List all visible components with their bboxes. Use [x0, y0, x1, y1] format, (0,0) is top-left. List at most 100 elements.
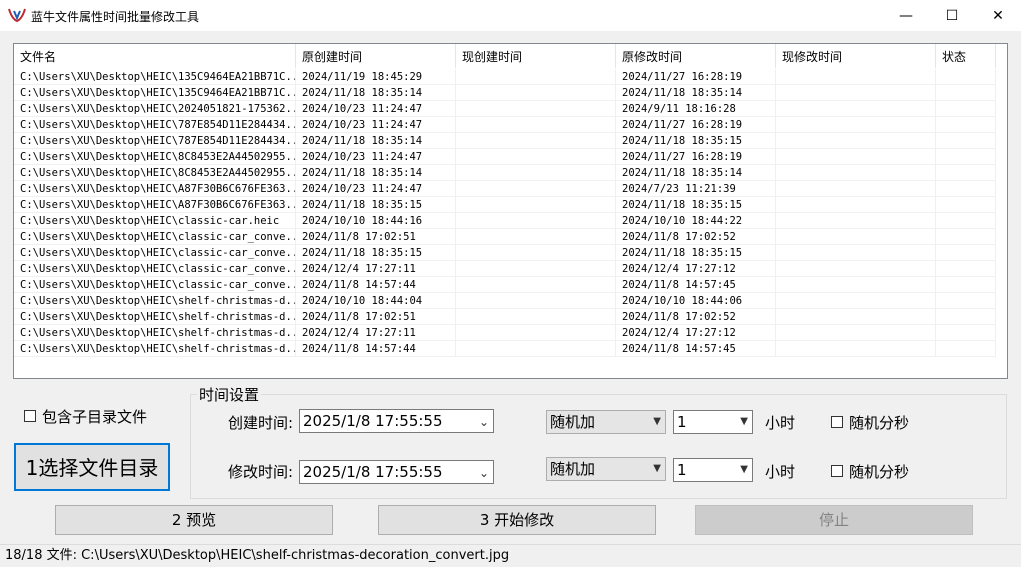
- file-name-cell: C:\Users\XU\Desktop\HEIC\shelf-christmas…: [14, 341, 296, 357]
- new-create-time-cell: [456, 197, 616, 213]
- orig-modify-time-cell: 2024/9/11 18:16:28: [616, 101, 776, 117]
- stop-button[interactable]: 停止: [695, 505, 973, 535]
- table-row[interactable]: C:\Users\XU\Desktop\HEIC\8C8453E2A445029…: [14, 165, 996, 181]
- file-list[interactable]: 文件名 原创建时间 现创建时间 原修改时间 现修改时间 状态 C:\Users\XU\De…: [13, 43, 1008, 379]
- orig-create-time-cell: 2024/11/8 14:57:44: [296, 277, 456, 293]
- orig-modify-time-cell: 2024/10/10 18:44:06: [616, 293, 776, 309]
- table-row[interactable]: C:\Users\XU\Desktop\HEIC\135C9464EA21BB7…: [14, 69, 996, 85]
- new-create-time-cell: [456, 261, 616, 277]
- column-header-orig-create-time[interactable]: 原创建时间: [296, 44, 456, 68]
- column-header-file-name[interactable]: 文件名: [14, 44, 296, 68]
- modify-unit-label: 小时: [765, 463, 796, 481]
- orig-create-time-cell: 2024/10/23 11:24:47: [296, 181, 456, 197]
- orig-create-time-cell: 2024/10/23 11:24:47: [296, 117, 456, 133]
- table-row[interactable]: C:\Users\XU\Desktop\HEIC\8C8453E2A445029…: [14, 149, 996, 165]
- maximize-button[interactable]: ☐: [929, 0, 975, 31]
- table-row[interactable]: C:\Users\XU\Desktop\HEIC\787E854D11E2844…: [14, 117, 996, 133]
- create-random-label: 随机分秒: [849, 414, 910, 432]
- orig-modify-time-cell: 2024/11/8 14:57:45: [616, 341, 776, 357]
- column-header-orig-modify-time[interactable]: 原修改时间: [616, 44, 776, 68]
- modify-amount-value: 1: [677, 461, 687, 479]
- new-create-time-cell: [456, 101, 616, 117]
- new-create-time-cell: [456, 293, 616, 309]
- table-row[interactable]: C:\Users\XU\Desktop\HEIC\2024051821-1753…: [14, 101, 996, 117]
- table-row[interactable]: C:\Users\XU\Desktop\HEIC\shelf-christmas…: [14, 341, 996, 357]
- modify-random-label: 随机分秒: [849, 463, 910, 481]
- status-cell: [936, 293, 996, 309]
- new-create-time-cell: [456, 85, 616, 101]
- table-row[interactable]: C:\Users\XU\Desktop\HEIC\shelf-christmas…: [14, 309, 996, 325]
- app-logo-icon: [8, 8, 26, 23]
- status-cell: [936, 101, 996, 117]
- column-header-new-create-time[interactable]: 现创建时间: [456, 44, 616, 68]
- include-subdirs-checkbox[interactable]: [24, 410, 36, 422]
- table-row[interactable]: C:\Users\XU\Desktop\HEIC\classic-car_con…: [14, 229, 996, 245]
- table-row[interactable]: C:\Users\XU\Desktop\HEIC\classic-car_con…: [14, 245, 996, 261]
- minimize-button[interactable]: —: [883, 0, 929, 31]
- list-header: 文件名 原创建时间 现创建时间 原修改时间 现修改时间 状态: [14, 44, 1007, 68]
- orig-create-time-cell: 2024/11/18 18:35:14: [296, 85, 456, 101]
- orig-modify-time-cell: 2024/11/8 17:02:52: [616, 309, 776, 325]
- file-name-cell: C:\Users\XU\Desktop\HEIC\135C9464EA21BB7…: [14, 69, 296, 85]
- orig-modify-time-cell: 2024/11/27 16:28:19: [616, 149, 776, 165]
- modify-mode-select[interactable]: 随机加 ▼: [546, 457, 666, 481]
- close-button[interactable]: ✕: [975, 0, 1021, 31]
- status-bar: 18/18 文件: C:\Users\XU\Desktop\HEIC\shelf…: [0, 544, 1021, 566]
- table-row[interactable]: C:\Users\XU\Desktop\HEIC\classic-car.hei…: [14, 213, 996, 229]
- new-create-time-cell: [456, 117, 616, 133]
- modify-random-checkbox[interactable]: [831, 465, 843, 477]
- file-name-cell: C:\Users\XU\Desktop\HEIC\787E854D11E2844…: [14, 117, 296, 133]
- new-create-time-cell: [456, 165, 616, 181]
- new-modify-time-cell: [776, 309, 936, 325]
- orig-modify-time-cell: 2024/12/4 17:27:12: [616, 325, 776, 341]
- file-name-cell: C:\Users\XU\Desktop\HEIC\classic-car_con…: [14, 261, 296, 277]
- status-cell: [936, 309, 996, 325]
- start-button[interactable]: 3 开始修改: [378, 505, 656, 535]
- status-cell: [936, 245, 996, 261]
- column-header-new-modify-time[interactable]: 现修改时间: [776, 44, 936, 68]
- new-modify-time-cell: [776, 69, 936, 85]
- table-row[interactable]: C:\Users\XU\Desktop\HEIC\classic-car_con…: [14, 261, 996, 277]
- new-create-time-cell: [456, 181, 616, 197]
- orig-create-time-cell: 2024/10/23 11:24:47: [296, 149, 456, 165]
- orig-modify-time-cell: 2024/11/18 18:35:15: [616, 197, 776, 213]
- window-title: 蓝牛文件属性时间批量修改工具: [31, 10, 200, 24]
- file-name-cell: C:\Users\XU\Desktop\HEIC\8C8453E2A445029…: [14, 149, 296, 165]
- title-bar: 蓝牛文件属性时间批量修改工具 — ☐ ✕: [0, 0, 1021, 31]
- table-row[interactable]: C:\Users\XU\Desktop\HEIC\classic-car_con…: [14, 277, 996, 293]
- new-create-time-cell: [456, 229, 616, 245]
- create-time-picker[interactable]: 2025/1/8 17:55:55 ⌄: [299, 409, 494, 433]
- status-cell: [936, 85, 996, 101]
- status-cell: [936, 117, 996, 133]
- new-create-time-cell: [456, 277, 616, 293]
- table-row[interactable]: C:\Users\XU\Desktop\HEIC\135C9464EA21BB7…: [14, 85, 996, 101]
- modify-amount-select[interactable]: 1 ▼: [673, 458, 753, 482]
- new-create-time-cell: [456, 133, 616, 149]
- create-mode-select[interactable]: 随机加 ▼: [546, 410, 666, 434]
- status-cell: [936, 213, 996, 229]
- new-create-time-cell: [456, 309, 616, 325]
- create-random-checkbox[interactable]: [831, 416, 843, 428]
- orig-modify-time-cell: 2024/11/18 18:35:14: [616, 85, 776, 101]
- orig-modify-time-cell: 2024/11/18 18:35:15: [616, 245, 776, 261]
- modify-time-value: 2025/1/8 17:55:55: [303, 463, 443, 481]
- new-create-time-cell: [456, 69, 616, 85]
- table-row[interactable]: C:\Users\XU\Desktop\HEIC\shelf-christmas…: [14, 325, 996, 341]
- create-mode-value: 随机加: [550, 413, 596, 431]
- status-cell: [936, 197, 996, 213]
- orig-create-time-cell: 2024/11/19 18:45:29: [296, 69, 456, 85]
- preview-button[interactable]: 2 预览: [55, 505, 333, 535]
- new-modify-time-cell: [776, 261, 936, 277]
- chevron-down-icon: ▼: [653, 463, 661, 474]
- table-row[interactable]: C:\Users\XU\Desktop\HEIC\shelf-christmas…: [14, 293, 996, 309]
- select-dir-button[interactable]: 1选择文件目录: [14, 443, 170, 491]
- column-header-status[interactable]: 状态: [936, 44, 996, 68]
- table-row[interactable]: C:\Users\XU\Desktop\HEIC\A87F30B6C676FE3…: [14, 181, 996, 197]
- orig-create-time-cell: 2024/10/10 18:44:16: [296, 213, 456, 229]
- status-cell: [936, 165, 996, 181]
- orig-create-time-cell: 2024/11/18 18:35:14: [296, 133, 456, 149]
- create-amount-select[interactable]: 1 ▼: [673, 410, 753, 434]
- table-row[interactable]: C:\Users\XU\Desktop\HEIC\A87F30B6C676FE3…: [14, 197, 996, 213]
- table-row[interactable]: C:\Users\XU\Desktop\HEIC\787E854D11E2844…: [14, 133, 996, 149]
- modify-time-picker[interactable]: 2025/1/8 17:55:55 ⌄: [299, 460, 494, 484]
